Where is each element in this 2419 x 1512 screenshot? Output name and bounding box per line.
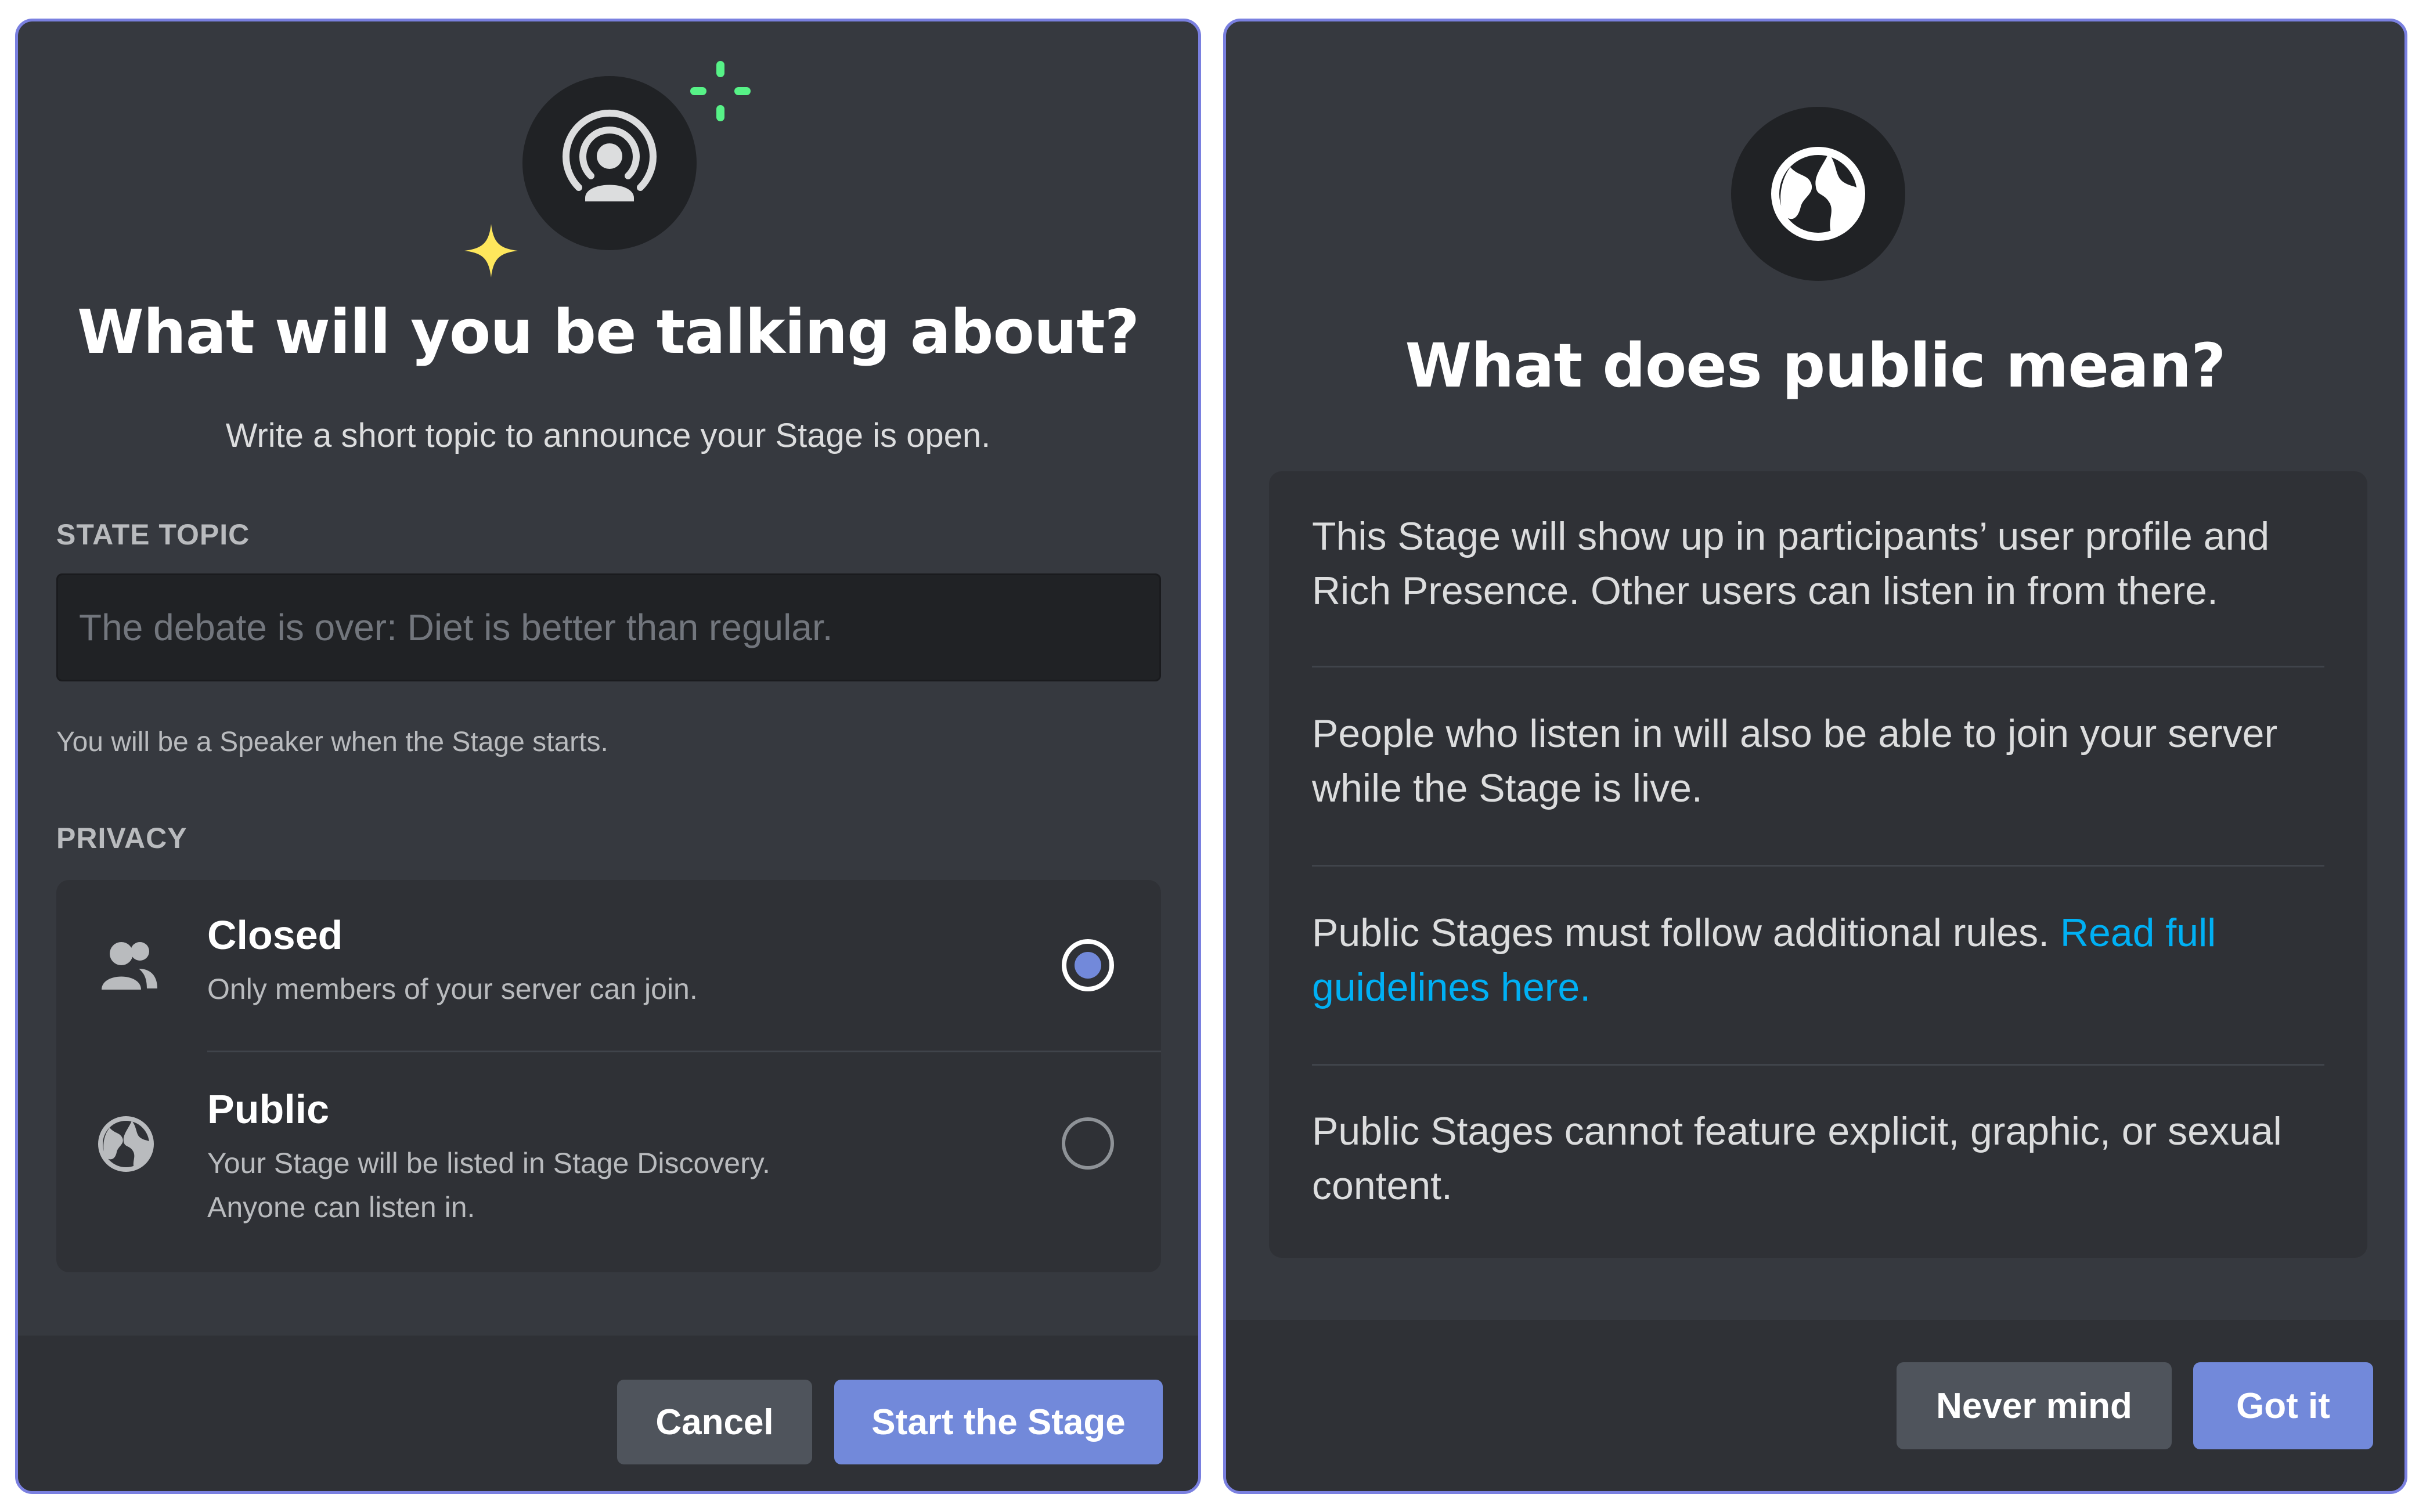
privacy-options: Closed Only members of your server can j…: [56, 880, 1161, 1272]
info-item-join-server: People who listen in will also be able t…: [1312, 712, 2278, 810]
got-it-button[interactable]: Got it: [2193, 1362, 2373, 1449]
public-info-modal: What does public mean? This Stage will s…: [1223, 19, 2407, 1494]
globe-icon: [98, 1116, 154, 1172]
public-radio[interactable]: [1062, 1117, 1114, 1170]
globe-icon-circle: [1731, 107, 1905, 281]
members-icon: [102, 942, 157, 990]
speaker-hint: You will be a Speaker when the Stage sta…: [56, 727, 608, 757]
info-divider: [1312, 1064, 2324, 1066]
rules-text: Public Stages must follow additional rul…: [1312, 911, 2049, 955]
public-title: Public: [207, 1087, 330, 1132]
stage-broadcast-icon: [563, 110, 657, 201]
privacy-label: PRIVACY: [56, 822, 188, 854]
public-description: Your Stage will be listed in Stage Disco…: [207, 1147, 770, 1224]
modal-title: What will you be talking about?: [77, 297, 1140, 367]
closed-title: Closed: [207, 912, 343, 958]
info-item-content: Public Stages cannot feature explicit, g…: [1312, 1109, 2282, 1208]
closed-description: Only members of your server can join.: [207, 973, 698, 1005]
modal-footer: Cancel Start the Stage: [18, 1336, 1198, 1491]
cancel-button[interactable]: Cancel: [617, 1380, 812, 1464]
privacy-option-closed[interactable]: Closed Only members of your server can j…: [56, 880, 1161, 1052]
start-stage-button[interactable]: Start the Stage: [834, 1380, 1163, 1464]
modal-title: What does public mean?: [1405, 330, 2226, 401]
topic-label: STATE TOPIC: [56, 518, 250, 551]
globe-icon: [1771, 147, 1865, 241]
never-mind-button[interactable]: Never mind: [1897, 1362, 2172, 1449]
info-item-profile: This Stage will show up in participants’…: [1312, 514, 2270, 613]
yellow-sparkle-icon: [464, 224, 518, 277]
info-item-rules: Public Stages must follow additional rul…: [1312, 905, 2324, 1015]
topic-input[interactable]: [56, 573, 1161, 681]
start-stage-modal: What will you be talking about? Write a …: [15, 19, 1201, 1494]
public-rules-box: This Stage will show up in participants’…: [1269, 471, 2367, 1258]
closed-radio[interactable]: [1062, 939, 1114, 991]
info-divider: [1312, 865, 2324, 867]
modal-footer: Never mind Got it: [1226, 1320, 2404, 1491]
privacy-option-public[interactable]: Public Your Stage will be listed in Stag…: [56, 1052, 1161, 1272]
stage-icon-circle: [522, 76, 697, 250]
modal-subtitle: Write a short topic to announce your Sta…: [225, 417, 991, 454]
info-divider: [1312, 666, 2324, 667]
